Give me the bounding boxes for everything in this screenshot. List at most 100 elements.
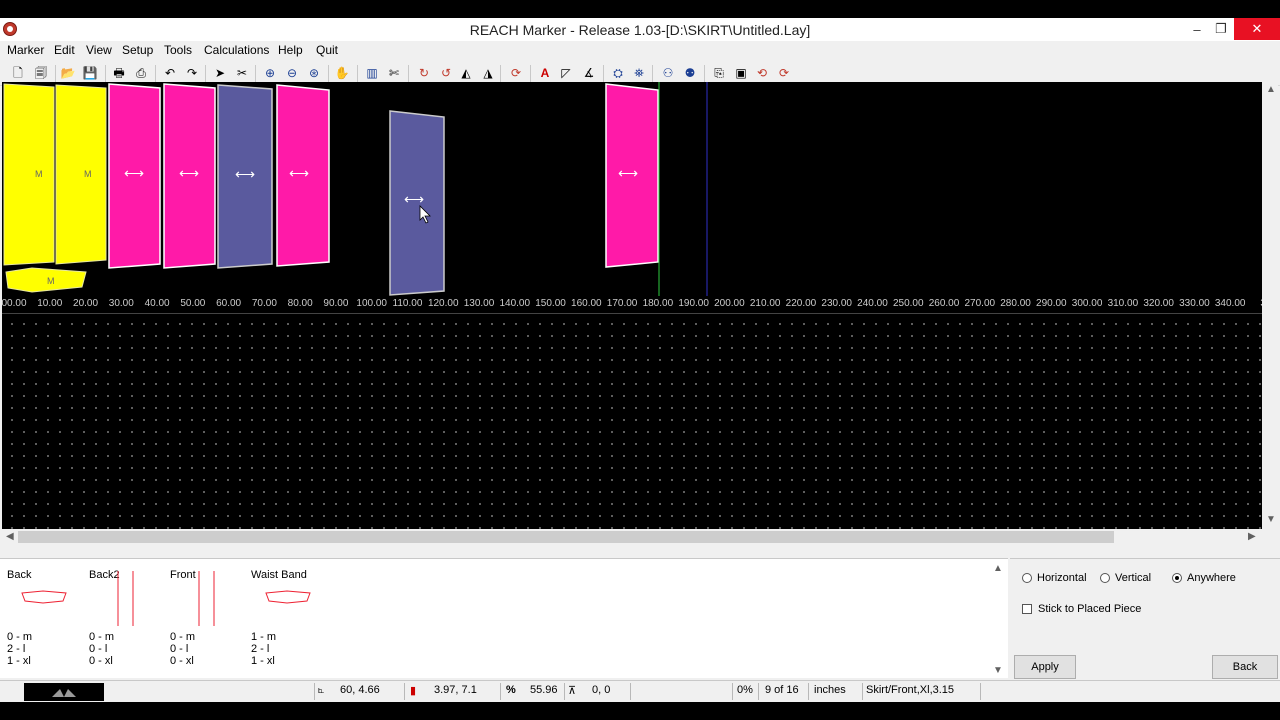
- piece-thumbnail-front[interactable]: [198, 571, 218, 627]
- rotate-free-icon[interactable]: ⟳: [508, 65, 524, 81]
- report-icon[interactable]: ▣: [733, 65, 749, 81]
- ungroup-pieces-icon[interactable]: ⛯: [631, 65, 647, 81]
- menu-edit[interactable]: Edit: [54, 43, 75, 57]
- piece-group-back[interactable]: Back 0 - m 2 - l 1 - xl: [7, 569, 87, 674]
- menu-quit[interactable]: Quit: [316, 43, 338, 57]
- flip-horizontal-icon[interactable]: ◭: [458, 65, 474, 81]
- horizontal-scroll-thumb[interactable]: [18, 531, 1114, 543]
- radio-dot-selected[interactable]: [1172, 573, 1182, 583]
- canvas-horizontal-scrollbar[interactable]: ◀ ▶: [2, 529, 1262, 545]
- pieces-preview-icon: [52, 689, 76, 697]
- size-count-l: 0 - l: [170, 643, 189, 655]
- menu-calculations[interactable]: Calculations: [204, 43, 269, 57]
- length-ruler: 00.00 10.00 20.00 30.00 40.00 50.00 60.00 70.00…: [2, 296, 1262, 312]
- piece-group-waist-band[interactable]: Waist Band 1 - m 2 - l 1 - xl: [251, 569, 331, 674]
- piece-thumbnail-back2[interactable]: [117, 571, 137, 627]
- ruler-tick-label: 230.00: [821, 298, 852, 309]
- export-icon[interactable]: ⎘: [711, 65, 727, 81]
- marker-piece-waistband[interactable]: [5, 267, 87, 293]
- radio-anywhere[interactable]: Anywhere: [1172, 572, 1236, 584]
- piece-group-name: Waist Band: [251, 569, 307, 581]
- menu-setup[interactable]: Setup: [122, 43, 153, 57]
- scroll-down-icon[interactable]: ▼: [1266, 514, 1276, 525]
- menu-marker[interactable]: Marker: [7, 43, 44, 57]
- marker-layout-area[interactable]: M M ⟷ ⟷ ⟷ ⟷ ⟷ ⟷ M: [2, 82, 1262, 296]
- cycle-icon[interactable]: ⟳: [776, 65, 792, 81]
- checkbox-label: Stick to Placed Piece: [1038, 603, 1142, 615]
- ruler-tick-label: 80.00: [287, 298, 313, 309]
- new-file-icon[interactable]: 🗋: [10, 65, 26, 81]
- rotate-cw-icon[interactable]: ↻: [416, 65, 432, 81]
- marker-canvas[interactable]: M M ⟷ ⟷ ⟷ ⟷ ⟷ ⟷ M 00.00 10.00 20.00 30.0…: [2, 82, 1262, 529]
- scissors-mark-icon[interactable]: ✄: [386, 65, 402, 81]
- marker-piece-back-m[interactable]: [3, 83, 55, 266]
- piece-thumbnail-waist-band[interactable]: [265, 589, 311, 605]
- undo-icon[interactable]: ↶: [162, 65, 178, 81]
- toolbar-separator: [357, 65, 358, 82]
- scroll-right-icon[interactable]: ▶: [1248, 531, 1256, 542]
- new-from-template-icon[interactable]: 🗐: [33, 65, 49, 81]
- back-button[interactable]: Back: [1212, 655, 1278, 679]
- checkbox-box[interactable]: [1022, 604, 1032, 614]
- toolbar-separator: [652, 65, 653, 82]
- menu-view[interactable]: View: [86, 43, 112, 57]
- zoom-out-icon[interactable]: ⊖: [284, 65, 300, 81]
- tilt-icon[interactable]: ◸: [558, 65, 574, 81]
- window-title: REACH Marker - Release 1.03-[D:\SKIRT\Un…: [469, 22, 811, 38]
- restore-button[interactable]: ❐: [1206, 18, 1236, 40]
- pieces-panel-scrollbar[interactable]: ▲ ▼: [990, 561, 1006, 677]
- position-icon: ⦜: [318, 684, 325, 696]
- ruler-tick-label: 120.00: [427, 298, 459, 309]
- piece-label: ⟷: [124, 165, 144, 181]
- piece-label: ⟷: [179, 165, 199, 181]
- radio-dot[interactable]: [1022, 573, 1032, 583]
- apply-button[interactable]: Apply: [1014, 655, 1076, 679]
- redo-icon[interactable]: ↷: [184, 65, 200, 81]
- select-arrow-icon[interactable]: ➤: [212, 65, 228, 81]
- menu-tools[interactable]: Tools: [164, 43, 192, 57]
- radio-vertical[interactable]: Vertical: [1100, 572, 1151, 584]
- status-progress: 0%: [737, 684, 753, 696]
- scroll-down-icon[interactable]: ▼: [993, 665, 1003, 676]
- place-all-icon[interactable]: ⚇: [660, 65, 676, 81]
- taskbar-thumbnail[interactable]: [24, 683, 104, 701]
- ruler-tick-label: 30.00: [108, 298, 134, 309]
- refresh-icon[interactable]: ⟲: [754, 65, 770, 81]
- ruler-tick-label: 50.00: [180, 298, 206, 309]
- scroll-left-icon[interactable]: ◀: [6, 531, 14, 542]
- annotation-a-icon[interactable]: A: [537, 65, 553, 81]
- group-pieces-icon[interactable]: ⛭: [610, 65, 626, 81]
- marker-piece-back-l[interactable]: [55, 84, 107, 265]
- size-count-m: 1 - m: [251, 631, 277, 643]
- status-separator: [732, 683, 733, 700]
- marker-pieces-svg[interactable]: M M ⟷ ⟷ ⟷ ⟷ ⟷ ⟷ M: [2, 82, 1262, 296]
- print-setup-icon[interactable]: ⎙: [133, 65, 149, 81]
- menu-help[interactable]: Help: [278, 43, 303, 57]
- measure-angle-icon[interactable]: ∡: [581, 65, 597, 81]
- zoom-in-icon[interactable]: ⊕: [262, 65, 278, 81]
- table-grid[interactable]: [2, 314, 1262, 529]
- toolbar-separator: [55, 65, 56, 82]
- pan-hand-icon[interactable]: ✋: [334, 65, 350, 81]
- ruler-tick-label: 170.00: [606, 298, 638, 309]
- piece-thumbnail-back[interactable]: [21, 589, 67, 605]
- stick-to-placed-piece-checkbox[interactable]: Stick to Placed Piece: [1022, 603, 1141, 615]
- remove-all-icon[interactable]: ⚉: [682, 65, 698, 81]
- vertical-scroll-track[interactable]: [1264, 98, 1276, 513]
- save-icon[interactable]: 💾: [82, 65, 98, 81]
- scroll-up-icon[interactable]: ▲: [1266, 84, 1276, 95]
- canvas-vertical-scrollbar[interactable]: ▲ ▼: [1262, 82, 1278, 529]
- piece-group-back2[interactable]: Back2 0 - m 0 - l 0 - xl: [89, 569, 169, 674]
- scroll-up-icon[interactable]: ▲: [993, 563, 1003, 574]
- piece-group-front[interactable]: Front 0 - m 0 - l 0 - xl: [170, 569, 250, 674]
- open-folder-icon[interactable]: 📂: [60, 65, 76, 81]
- radio-dot[interactable]: [1100, 573, 1110, 583]
- close-button[interactable]: ✕: [1234, 18, 1280, 40]
- flip-vertical-icon[interactable]: ◮: [480, 65, 496, 81]
- radio-horizontal[interactable]: Horizontal: [1022, 572, 1087, 584]
- cut-icon[interactable]: ✂: [234, 65, 250, 81]
- rotate-ccw-icon[interactable]: ↺: [438, 65, 454, 81]
- print-icon[interactable]: 🖶: [111, 65, 127, 81]
- marker-pieces-icon[interactable]: ▥: [364, 65, 380, 81]
- zoom-fit-icon[interactable]: ⊛: [306, 65, 322, 81]
